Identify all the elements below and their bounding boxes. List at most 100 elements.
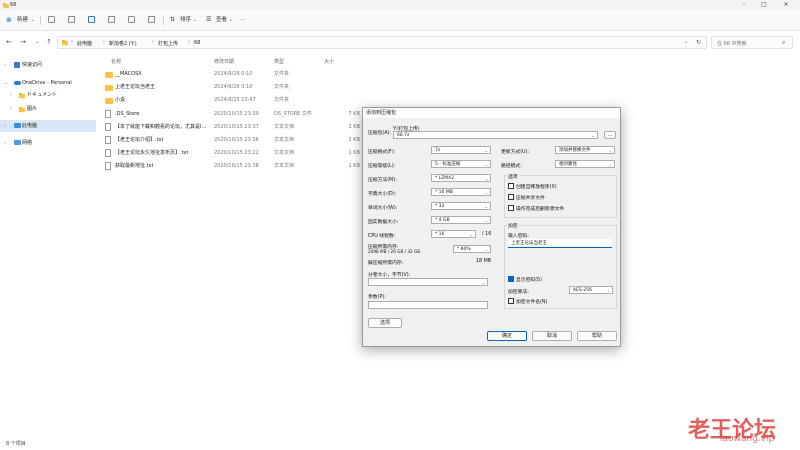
- new-button[interactable]: 新建: [17, 15, 28, 25]
- up-button[interactable]: ↑: [44, 37, 54, 47]
- format-select[interactable]: 7z ⌄: [431, 146, 491, 154]
- sidebar-item-network[interactable]: › 网络: [0, 137, 96, 149]
- sidebar-item-pictures[interactable]: › 图片: [0, 103, 96, 115]
- ok-button[interactable]: 确定: [487, 331, 527, 341]
- decompress-memory-label: 解压缩所需内存:: [368, 261, 404, 266]
- memory-select[interactable]: * 80% ⌄: [453, 245, 491, 253]
- password-input[interactable]: 上老王论坛当老王: [508, 239, 612, 248]
- file-row[interactable]: 小说 2024/9/25 23:47 文件夹: [100, 94, 360, 106]
- word-size-select[interactable]: * 32 ⌄: [431, 202, 491, 210]
- chevron-down-icon: ⌄: [481, 280, 485, 285]
- chevron-down-icon: ⌄: [606, 288, 610, 293]
- breadcrumb-item[interactable]: 此电脑: [77, 40, 92, 47]
- encrypt-names-checkbox[interactable]: [508, 298, 514, 304]
- sidebar-item-label: 图片: [27, 106, 38, 112]
- browse-button[interactable]: ...: [604, 131, 616, 139]
- column-header-name[interactable]: 名称: [111, 58, 121, 65]
- view-icon: ☰: [206, 16, 212, 23]
- view-button[interactable]: 查看: [216, 15, 227, 25]
- file-name: 获取最新地址.txt: [115, 163, 154, 169]
- archive-name-combobox[interactable]: 68.7z ⌄: [393, 131, 598, 139]
- shared-files-checkbox[interactable]: [508, 194, 514, 200]
- show-password-checkbox[interactable]: [508, 276, 514, 282]
- sort-icon: ⇅: [170, 16, 176, 23]
- sidebar-item-quick-access[interactable]: › 快速访问: [0, 59, 96, 71]
- file-row[interactable]: 获取最新地址.txt 2020/10/15 23:38 文本文档 1 KB: [100, 160, 360, 172]
- file-type: 文本文档: [274, 163, 295, 169]
- forward-button[interactable]: →: [18, 37, 28, 47]
- chevron-down-icon: ⌄: [484, 148, 488, 153]
- sidebar-item-label: 快速访问: [22, 62, 43, 68]
- folder-icon: [3, 2, 9, 9]
- breadcrumb-item[interactable]: 68: [194, 40, 200, 46]
- sidebar-item-label: ドキュメント: [27, 92, 58, 98]
- window-title: 68: [10, 2, 17, 8]
- share-icon[interactable]: [128, 16, 135, 23]
- delete-after-label: 操作完成后删除源文件: [516, 207, 564, 212]
- file-row[interactable]: 上老王论坛当老王 2024/9/26 0:10 文件夹: [100, 81, 360, 93]
- delete-icon[interactable]: [148, 16, 155, 23]
- file-row[interactable]: 【本了就能下載和觀看的论坛，尤其是I… 2020/10/15 23:37 文本文档 2…: [100, 121, 360, 133]
- minimize-button[interactable]: –: [736, 0, 752, 10]
- breadcrumb-item[interactable]: 新加卷2 (Y:): [109, 40, 137, 47]
- file-row[interactable]: __MACOSX 2024/9/26 0:10 文件夹: [100, 68, 360, 80]
- split-size-combobox[interactable]: ⌄: [368, 278, 488, 286]
- shared-files-label: 压缩共享文件: [516, 196, 545, 201]
- encryption-method-select[interactable]: AES-256 ⌄: [569, 286, 613, 294]
- file-date: 2020/10/15 23:39: [214, 111, 259, 117]
- refresh-icon[interactable]: ↻: [696, 39, 701, 46]
- cut-icon[interactable]: [48, 16, 55, 23]
- chevron-down-icon: ⌄: [484, 176, 488, 181]
- rename-icon[interactable]: [108, 16, 115, 23]
- solid-size-select[interactable]: * 4 GB ⌄: [431, 216, 491, 224]
- file-type: 文本文档: [274, 150, 295, 156]
- column-header-size[interactable]: 大小: [324, 58, 334, 65]
- file-date: 2020/10/15 23:37: [214, 124, 259, 130]
- path-mode-select[interactable]: 相对路径 ⌄: [555, 160, 615, 168]
- file-size: 7 KB: [348, 111, 360, 117]
- maximize-button[interactable]: □: [756, 0, 772, 10]
- sidebar-item-documents[interactable]: › ドキュメント: [0, 89, 96, 101]
- search-input[interactable]: 在 68 中搜索 ⌕: [711, 36, 793, 49]
- more-button[interactable]: ···: [240, 15, 245, 25]
- chevron-down-icon: ⌄: [484, 247, 488, 252]
- back-button[interactable]: ←: [4, 37, 14, 47]
- dictionary-select[interactable]: * 16 MB ⌄: [431, 188, 491, 196]
- sfx-checkbox[interactable]: [508, 183, 514, 189]
- file-row[interactable]: 【老王论坛永久地址发布页】.txt 2020/10/15 23:22 文本文档 1 K…: [100, 147, 360, 159]
- chevron-down-icon[interactable]: ⌄: [229, 15, 232, 25]
- sort-button[interactable]: 排序: [180, 15, 191, 25]
- options-button[interactable]: 选项: [368, 318, 402, 328]
- paste-icon[interactable]: [88, 16, 95, 23]
- help-button[interactable]: 帮助: [577, 331, 617, 341]
- method-select[interactable]: * LZMA2 ⌄: [431, 174, 491, 182]
- file-name: .DS_Store: [115, 111, 140, 117]
- parameters-label: 参数(P):: [368, 295, 386, 300]
- file-name: 小说: [115, 97, 126, 103]
- address-bar[interactable]: › 此电脑 › 新加卷2 (Y:) › 打包上传 › 68 ⌄ ↻: [57, 36, 707, 49]
- file-row[interactable]: .DS_Store 2020/10/15 23:39 DS_STORE 文件 7 KB: [100, 108, 360, 120]
- update-mode-select[interactable]: 添加并替换文件 ⌄: [555, 146, 615, 154]
- cpu-threads-select[interactable]: * 16 ⌄: [431, 230, 476, 238]
- file-name: 【老王论坛永久地址发布页】.txt: [115, 150, 189, 156]
- chevron-down-icon: ⌄: [484, 218, 488, 223]
- recent-dropdown[interactable]: ⌄: [32, 37, 42, 47]
- column-header-date[interactable]: 修改日期: [214, 58, 234, 65]
- encryption-group-title: 加密: [507, 222, 519, 229]
- copy-icon[interactable]: [68, 16, 75, 23]
- file-row[interactable]: 【老王论坛介绍】.txt 2020/10/15 23:36 文本文档 2 KB: [100, 134, 360, 146]
- column-header-type[interactable]: 类型: [274, 58, 284, 65]
- close-button[interactable]: ✕: [778, 0, 794, 10]
- sidebar-item-onedrive[interactable]: ⌄ OneDrive - Personal: [0, 77, 96, 89]
- delete-after-checkbox[interactable]: [508, 205, 514, 211]
- breadcrumb-item[interactable]: 打包上传: [158, 40, 178, 47]
- parameters-input[interactable]: [368, 301, 488, 309]
- chevron-down-icon[interactable]: ⌄: [684, 39, 688, 45]
- cancel-button[interactable]: 取消: [532, 331, 572, 341]
- sidebar-item-this-pc[interactable]: › 此电脑: [0, 120, 96, 132]
- folder-icon: [105, 84, 113, 91]
- chevron-down-icon[interactable]: ⌄: [31, 15, 34, 25]
- chevron-down-icon[interactable]: ⌄: [193, 15, 196, 25]
- level-select[interactable]: 5 - 标准压缩 ⌄: [431, 160, 491, 168]
- file-type: 文本文档: [274, 137, 295, 143]
